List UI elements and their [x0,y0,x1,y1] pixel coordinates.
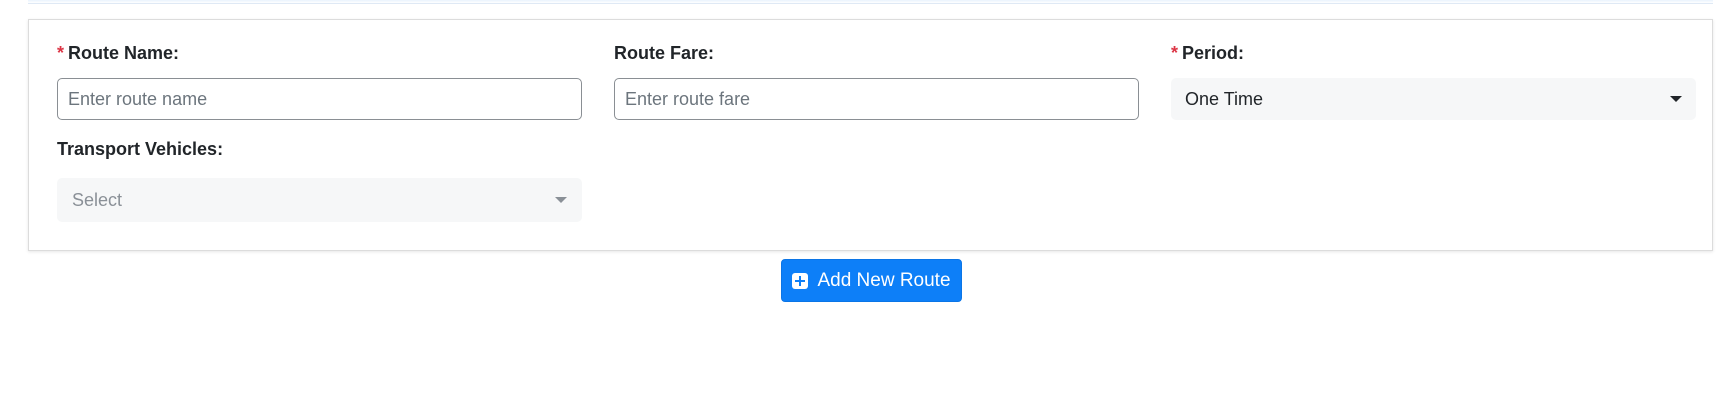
route-name-field: * Route Name: [57,42,582,122]
route-fare-label: Route Fare: [614,42,1139,64]
plus-square-icon [792,272,809,289]
period-field: * Period: One Time [1171,42,1696,122]
transport-vehicles-placeholder: Select [72,189,123,210]
period-select[interactable]: One Time [1171,78,1696,120]
add-new-route-label: Add New Route [817,269,951,291]
transport-vehicles-label: Transport Vehicles: [57,138,582,160]
route-fare-label-text: Route Fare: [614,43,715,63]
route-name-input[interactable] [57,78,582,120]
transport-vehicles-select[interactable]: Select [57,178,582,222]
period-label: * Period: [1171,42,1696,64]
route-name-label: * Route Name: [57,42,582,64]
route-fare-input[interactable] [614,78,1139,120]
route-name-label-text: Route Name: [68,43,180,63]
required-mark: * [57,43,65,63]
transport-vehicles-field: Transport Vehicles: Select [57,138,582,222]
required-mark: * [1171,43,1179,63]
chevron-down-icon [555,197,567,203]
transport-vehicles-label-text: Transport Vehicles: [57,139,224,159]
add-new-route-button[interactable]: Add New Route [781,259,962,302]
previous-card-edge [28,0,1713,4]
chevron-down-icon [1670,96,1682,102]
route-form-card: *Route Name: Route Fare: *Period: One Ti… [28,19,1713,251]
period-label-text: Period: [1182,43,1245,63]
period-selected-value: One Time [1185,88,1264,109]
route-fare-field: Route Fare: [614,42,1139,122]
